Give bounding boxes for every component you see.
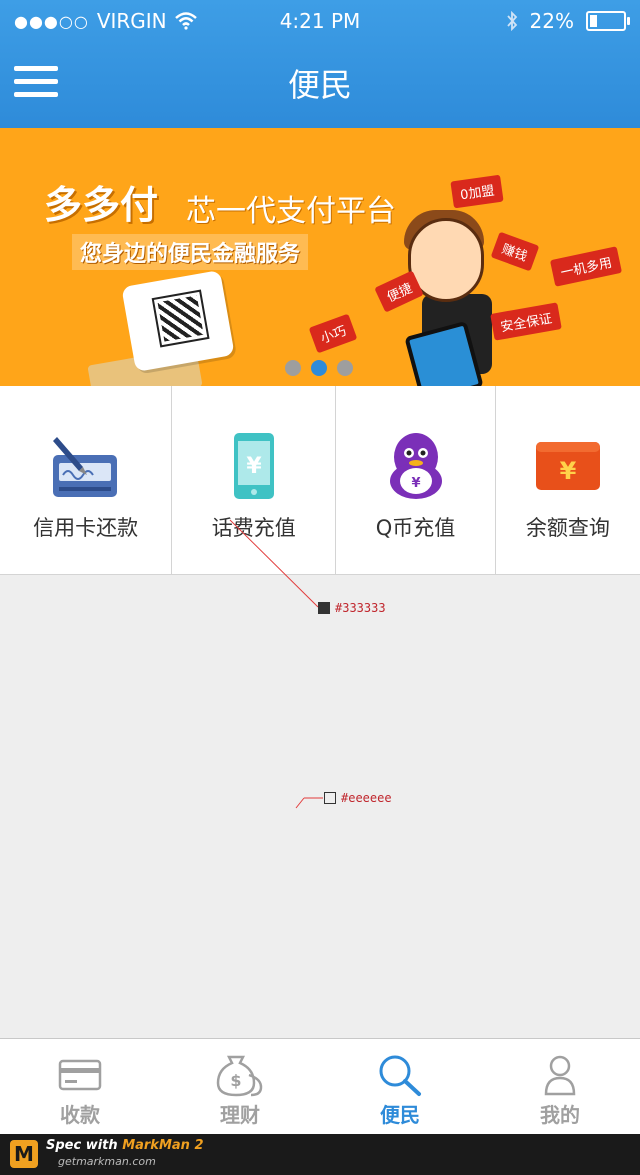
tab-bar: 收款 $ 理财 便民 我的 xyxy=(0,1038,640,1135)
markman-footer: M Spec with MarkMan 2 getmarkman.com xyxy=(0,1134,640,1175)
color-annotation-text: #333333 xyxy=(335,601,386,615)
svg-text:$: $ xyxy=(230,1071,241,1090)
search-icon xyxy=(379,1055,421,1096)
color-annotation: #333333 xyxy=(318,601,386,615)
tab-mine[interactable]: 我的 xyxy=(480,1039,640,1135)
tab-receive-payment[interactable]: 收款 xyxy=(0,1039,160,1135)
footer-credit: Spec with MarkMan 2 xyxy=(46,1138,204,1153)
footer-brand: MarkMan 2 xyxy=(122,1138,204,1153)
tab-label: 理财 xyxy=(220,1103,260,1127)
annotation-lines xyxy=(229,519,323,809)
tab-label: 我的 xyxy=(540,1103,580,1127)
tab-convenience[interactable]: 便民 xyxy=(320,1039,480,1135)
color-swatch xyxy=(318,602,330,614)
tab-label: 收款 xyxy=(60,1103,100,1127)
footer-url: getmarkman.com xyxy=(58,1155,156,1168)
color-swatch xyxy=(324,792,336,804)
card-icon xyxy=(58,1059,102,1091)
color-annotation-text: #eeeeee xyxy=(341,791,392,805)
money-bag-icon: $ xyxy=(216,1055,263,1097)
tab-finance[interactable]: $ 理财 xyxy=(160,1039,320,1135)
user-icon xyxy=(544,1055,576,1096)
color-annotation: #eeeeee xyxy=(324,791,392,805)
tab-label: 便民 xyxy=(380,1103,420,1127)
markman-logo: M xyxy=(10,1140,38,1168)
footer-prefix: Spec with xyxy=(46,1138,123,1153)
